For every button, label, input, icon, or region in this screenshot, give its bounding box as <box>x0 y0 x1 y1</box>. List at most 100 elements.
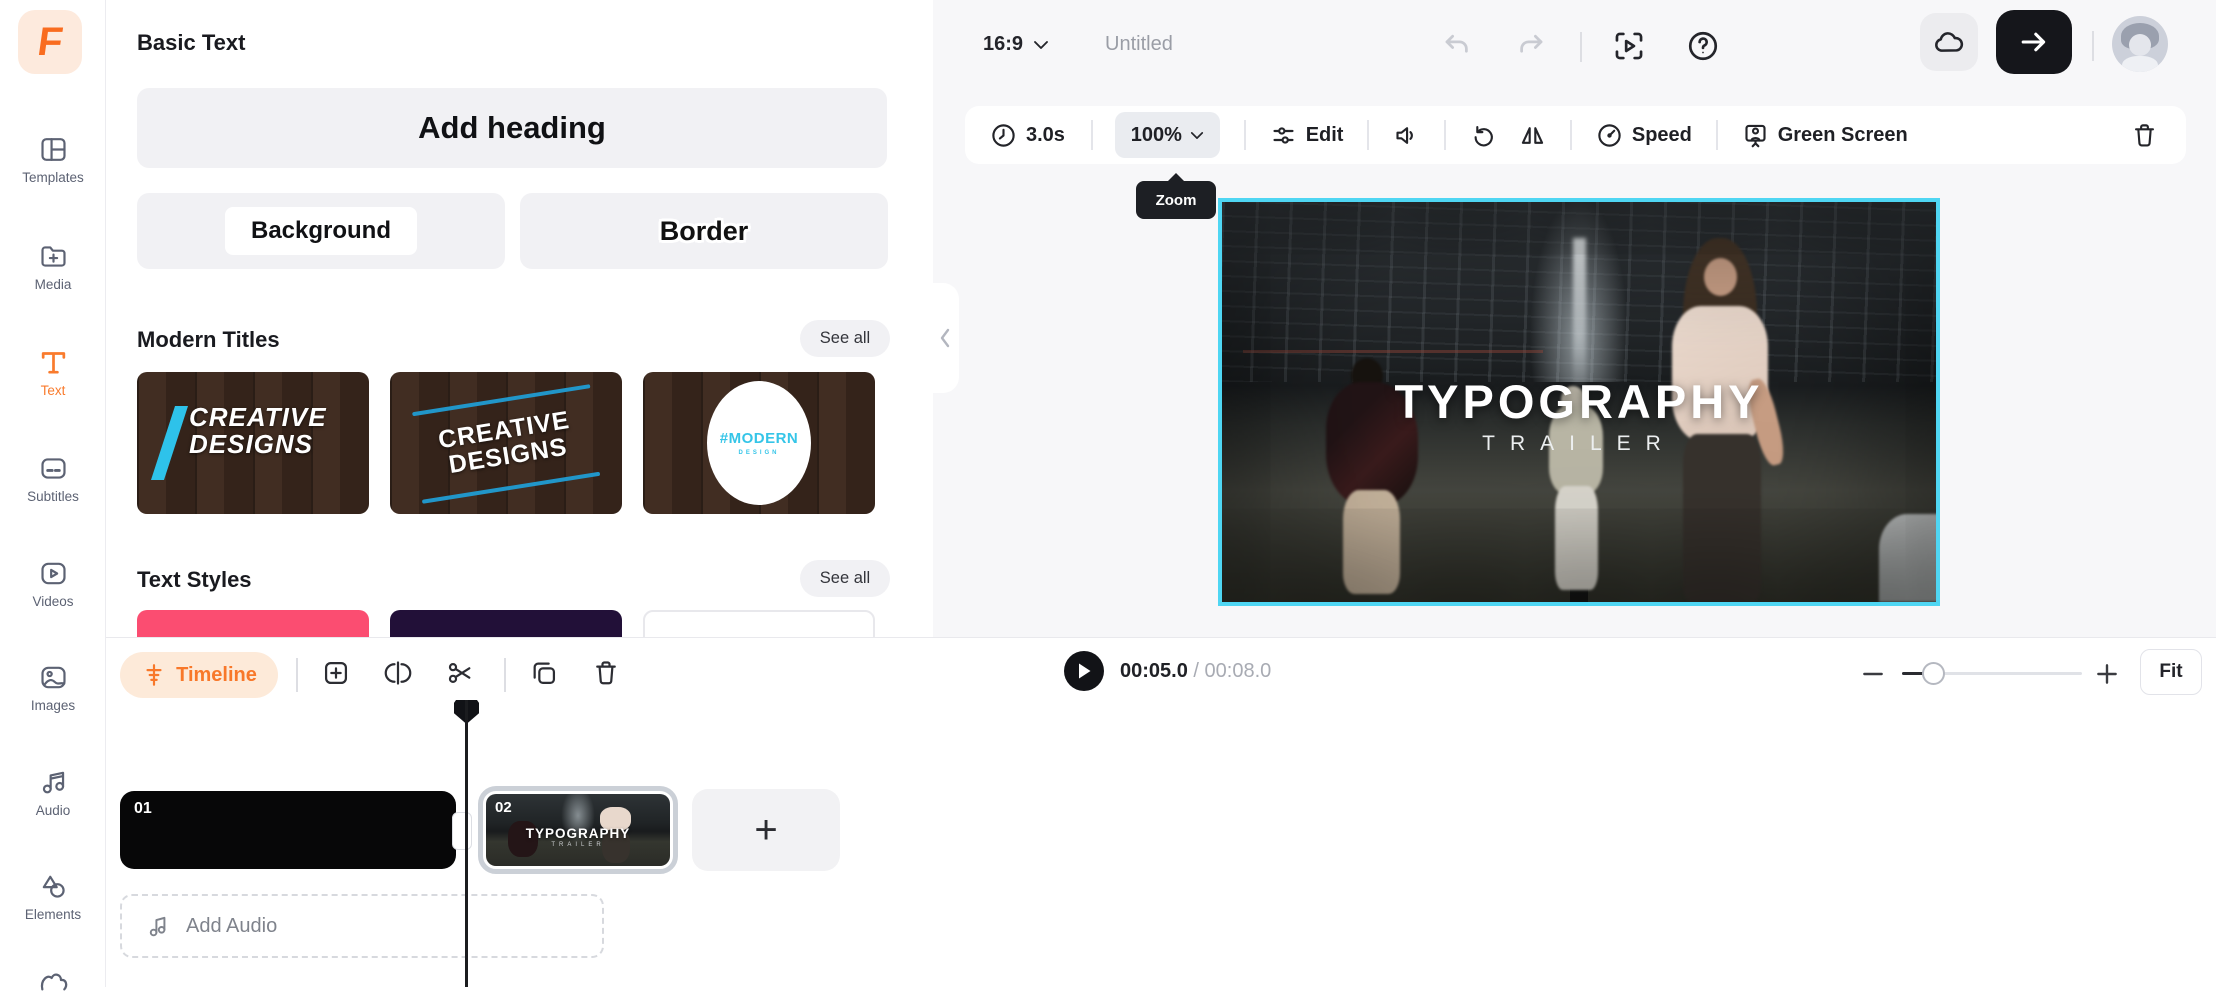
images-icon <box>38 662 69 693</box>
volume-button[interactable] <box>1393 122 1420 149</box>
subtitles-icon <box>38 453 69 484</box>
help-icon[interactable] <box>1686 29 1720 63</box>
rotate-ccw-icon <box>1470 122 1497 149</box>
modern-title-thumb-1[interactable]: CREATIVE DESIGNS <box>137 372 369 514</box>
timeline-divider <box>504 658 506 692</box>
elements-icon <box>38 871 69 902</box>
slider-handle[interactable] <box>1922 662 1945 685</box>
add-square-icon <box>322 659 350 687</box>
sidebar-item-media[interactable]: Media <box>0 241 106 292</box>
speed-label: Speed <box>1632 124 1692 147</box>
zoom-out-icon[interactable] <box>1860 661 1886 687</box>
sidebar-item-subtitles[interactable]: Subtitles <box>0 453 106 504</box>
delete-clip-button[interactable] <box>2131 122 2158 149</box>
video-preview[interactable]: TYPOGRAPHY TRAILER <box>1218 198 1940 606</box>
avatar-face <box>2129 34 2151 56</box>
sidebar-item-videos[interactable]: Videos <box>0 558 106 609</box>
speedometer-icon <box>1596 122 1623 149</box>
export-button[interactable] <box>1996 10 2072 74</box>
sidebar-item-templates[interactable]: Templates <box>0 134 106 185</box>
chevron-down-icon <box>1190 131 1204 140</box>
speed-button[interactable]: Speed <box>1596 122 1692 149</box>
zoom-in-icon[interactable] <box>2094 661 2120 687</box>
timeline-panel: Timeline 00:05.0 / 00:08.0 Fit 01 <box>106 637 2216 987</box>
arrow-right-icon <box>2019 30 2049 54</box>
undo-icon[interactable] <box>1442 30 1472 60</box>
duration-value: 3.0s <box>1026 124 1065 147</box>
clock-icon <box>990 122 1017 149</box>
clip-trim-handle[interactable] <box>452 812 472 850</box>
current-time: 00:05.0 <box>1120 660 1188 682</box>
trash-icon <box>2131 122 2158 149</box>
time-display: 00:05.0 / 00:08.0 <box>1120 660 1271 683</box>
clip-2-thumbnail: 02 TYPOGRAPHY TRAILER <box>486 794 670 866</box>
audio-icon <box>38 767 69 798</box>
panel-collapse-button[interactable] <box>931 283 959 393</box>
timeline-zoom-slider[interactable] <box>1902 672 2082 675</box>
time-separator: / <box>1193 660 1199 682</box>
scissors-icon <box>446 659 474 687</box>
video-scene: TYPOGRAPHY TRAILER <box>1222 202 1936 602</box>
timeline-icon <box>141 662 167 688</box>
modern-title-thumb-2[interactable]: CREATIVE DESIGNS <box>390 372 622 514</box>
project-title[interactable]: Untitled <box>1105 33 1173 56</box>
basic-text-title: Basic Text <box>137 30 245 56</box>
playhead-line[interactable] <box>465 700 468 987</box>
flip-button[interactable] <box>1519 122 1546 149</box>
text-styles-see-all[interactable]: See all <box>800 560 890 597</box>
avatar-body <box>2122 56 2158 72</box>
clip-2-subtitle: TRAILER <box>486 842 670 848</box>
add-clip-button[interactable]: + <box>692 789 840 871</box>
cyan-line-bottom <box>422 472 600 504</box>
add-border-text-button[interactable]: Border <box>520 193 888 269</box>
sidebar-item-images[interactable]: Images <box>0 662 106 713</box>
add-background-text-button[interactable]: Background <box>137 193 505 269</box>
cloud-icon <box>1933 30 1965 54</box>
clip-2-title: TYPOGRAPHY <box>486 826 670 841</box>
zoom-tooltip: Zoom <box>1136 181 1216 219</box>
zoom-dropdown[interactable]: 100% <box>1115 112 1220 158</box>
chevron-down-icon <box>1033 40 1049 50</box>
trash-icon <box>592 659 620 687</box>
edit-button[interactable]: Edit <box>1270 122 1344 149</box>
app-logo[interactable]: F <box>18 10 82 74</box>
music-note-icon <box>146 913 172 939</box>
media-folder-icon <box>38 241 69 272</box>
copy-icon <box>530 659 558 687</box>
timeline-toggle-button[interactable]: Timeline <box>120 652 278 698</box>
modern-titles-see-all[interactable]: See all <box>800 320 890 357</box>
sidebar-item-elements[interactable]: Elements <box>0 871 106 922</box>
timeline-clip-1[interactable]: 01 <box>120 791 456 869</box>
add-heading-button[interactable]: Add heading <box>137 88 887 168</box>
clip-2-index: 02 <box>495 799 512 816</box>
add-scene-button[interactable] <box>322 659 350 687</box>
modern-titles-title: Modern Titles <box>137 327 280 353</box>
duration-control[interactable]: 3.0s <box>990 122 1065 149</box>
add-audio-label: Add Audio <box>186 915 277 938</box>
green-screen-icon <box>1742 122 1769 149</box>
clip-toolbar: 3.0s 100% Edit Speed <box>965 106 2186 164</box>
add-audio-button[interactable]: Add Audio <box>120 894 604 958</box>
preview-play-icon[interactable] <box>1612 29 1646 63</box>
cloud-save-button[interactable] <box>1920 13 1978 71</box>
timeline-clip-2-selected[interactable]: 02 TYPOGRAPHY TRAILER <box>478 786 678 874</box>
redo-icon[interactable] <box>1516 30 1546 60</box>
fit-button[interactable]: Fit <box>2140 649 2202 695</box>
rotate-button[interactable] <box>1470 122 1497 149</box>
split-button[interactable] <box>384 659 412 687</box>
avatar[interactable] <box>2112 16 2168 72</box>
aspect-ratio-dropdown[interactable]: 16:9 <box>983 33 1049 56</box>
text-styles-title: Text Styles <box>137 567 252 593</box>
duplicate-button[interactable] <box>530 659 558 687</box>
sidebar-item-audio[interactable]: Audio <box>0 767 106 818</box>
delete-button[interactable] <box>592 659 620 687</box>
play-button[interactable] <box>1064 651 1104 691</box>
green-screen-button[interactable]: Green Screen <box>1742 122 1908 149</box>
cyan-slash <box>151 406 188 480</box>
modern-title-thumb-3[interactable]: #MODERN DESIGN <box>643 372 875 514</box>
cut-button[interactable] <box>446 659 474 687</box>
edit-label: Edit <box>1306 124 1344 147</box>
sidebar-item-text[interactable]: Text <box>0 347 106 398</box>
zoom-tooltip-label: Zoom <box>1156 192 1197 209</box>
aspect-ratio-value: 16:9 <box>983 33 1023 56</box>
